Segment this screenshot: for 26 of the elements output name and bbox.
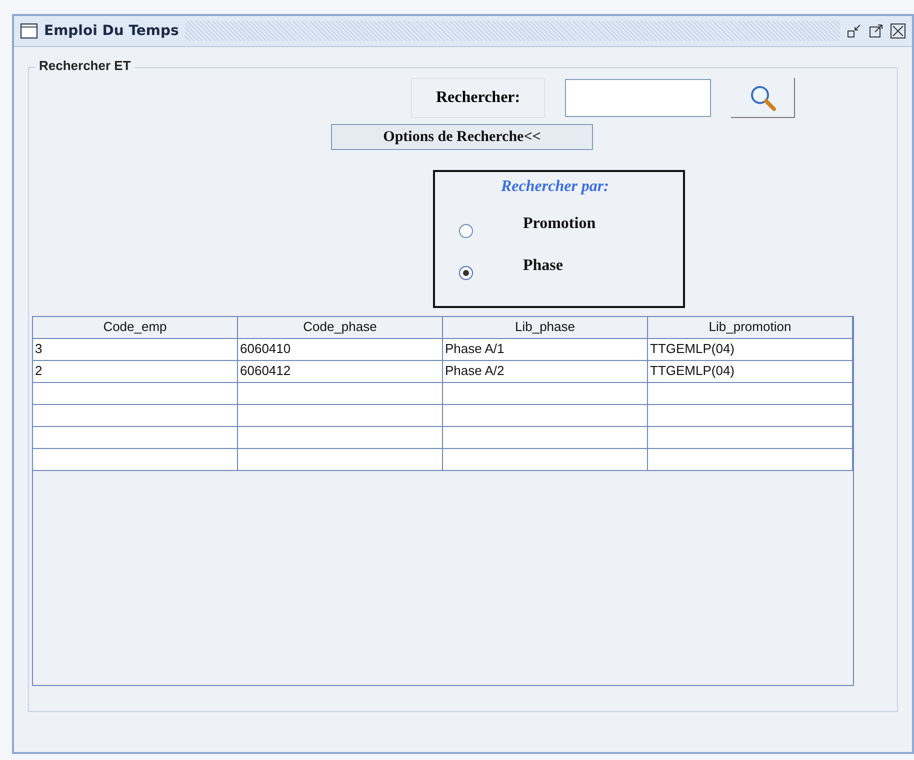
table-cell: 3	[33, 339, 238, 360]
column-header[interactable]: Code_emp	[33, 317, 238, 338]
table-cell: TTGEMLP(04)	[648, 339, 853, 360]
close-icon[interactable]	[890, 23, 906, 39]
window-icon	[20, 23, 38, 39]
table-cell: Phase A/2	[443, 361, 648, 382]
table-cell: Phase A/1	[443, 339, 648, 360]
options-button[interactable]: Options de Recherche<<	[331, 124, 593, 150]
radio-label[interactable]: Phase	[523, 257, 563, 275]
table-cell: 2	[33, 361, 238, 382]
column-header[interactable]: Code_phase	[238, 317, 443, 338]
minimize-icon[interactable]	[846, 23, 862, 39]
table-cell: TTGEMLP(04)	[648, 361, 853, 382]
group-title: Rechercher ET	[35, 58, 135, 73]
window-title: Emploi Du Temps	[44, 23, 179, 39]
radio-label[interactable]: Promotion	[523, 215, 596, 233]
maximize-icon[interactable]	[868, 23, 884, 39]
table-cell: 6060410	[238, 339, 443, 360]
radio-button[interactable]	[459, 266, 473, 280]
radio-button[interactable]	[459, 224, 473, 238]
column-header[interactable]: Lib_promotion	[648, 317, 853, 338]
table-cell: 6060412	[238, 361, 443, 382]
column-header[interactable]: Lib_phase	[443, 317, 648, 338]
search-field[interactable]	[565, 79, 712, 117]
search-label: Rechercher:	[411, 78, 546, 118]
panel-title: Rechercher par:	[501, 178, 610, 196]
